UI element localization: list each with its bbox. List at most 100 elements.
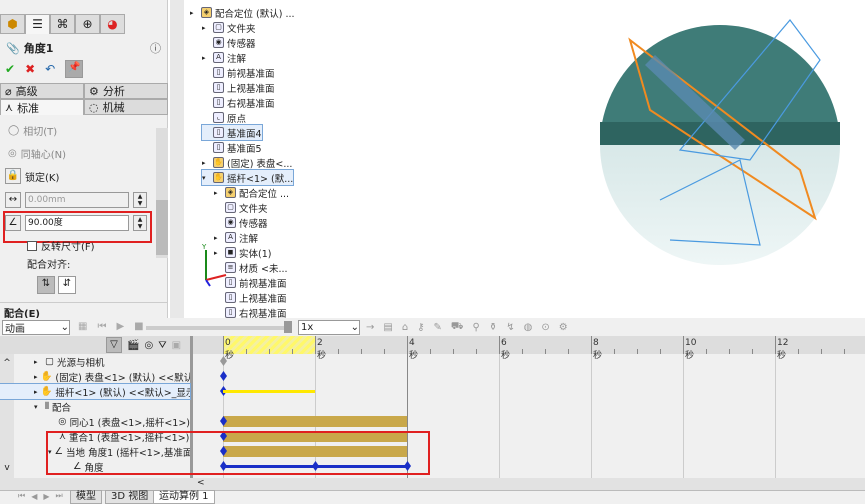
tree-item[interactable]: ▸ ◈ 配合定位 ... bbox=[214, 185, 289, 200]
tree-item[interactable]: ▢ 文件夹 bbox=[214, 200, 268, 215]
tree-item[interactable]: ▯ 上视基准面 bbox=[214, 290, 287, 305]
tree-item[interactable]: ▾ ✋ 摇杆<1> (默... bbox=[200, 169, 295, 186]
tree-item-label: 配合定位 (默认) ... bbox=[215, 8, 295, 20]
anti-aligned-button[interactable]: ⇵ bbox=[58, 276, 76, 294]
tree-item[interactable]: ▸ ◈ 配合定位 (默认) ... bbox=[190, 5, 295, 20]
expand-arrow-icon[interactable]: ▸ bbox=[34, 388, 38, 396]
configuration-manager-tab[interactable]: ⌘ bbox=[50, 14, 75, 34]
cancel-icon[interactable]: ✖ bbox=[25, 62, 35, 76]
angle-spinner[interactable]: ▲ ▼ bbox=[133, 215, 147, 231]
help-icon[interactable]: ⓘ bbox=[150, 40, 161, 56]
svg-text:Y: Y bbox=[201, 243, 207, 251]
timeline-tree-row[interactable]: ▸ ✋ (固定) 表盘<1> (默认) <<默认 bbox=[0, 369, 190, 384]
expand-arrow-icon[interactable]: ▸ bbox=[34, 373, 38, 381]
autokey-icon[interactable]: ⚷ bbox=[417, 322, 424, 333]
stop-icon[interactable]: ■ bbox=[134, 321, 143, 332]
mate-bar[interactable] bbox=[223, 416, 407, 427]
property-manager-tab[interactable]: ☰ bbox=[25, 14, 50, 34]
play-from-start-icon[interactable]: ⏮ bbox=[97, 321, 106, 332]
undo-icon[interactable]: ↶ bbox=[45, 62, 55, 76]
ok-icon[interactable]: ✔ bbox=[5, 62, 15, 76]
dimxpert-tab[interactable]: ⊕ bbox=[75, 14, 100, 34]
speed-select[interactable]: 1x ⌄ bbox=[298, 320, 360, 335]
play-icon[interactable]: ▶ bbox=[116, 321, 124, 332]
timeline-tree-row[interactable]: ▸ ✋ 摇杆<1> (默认) <<默认>_显示 bbox=[0, 383, 191, 400]
tree-item[interactable]: ⌞ 原点 bbox=[202, 110, 246, 125]
motor-icon[interactable]: ⛟ bbox=[451, 321, 464, 334]
tab-motion-study-1[interactable]: 运动算例 1 bbox=[153, 490, 215, 504]
tab-mechanical[interactable]: ◌ 机械 bbox=[84, 99, 168, 115]
study-type-select[interactable]: 动画 ⌄ bbox=[2, 320, 70, 335]
playback-slider[interactable] bbox=[146, 326, 286, 330]
filter-animated-icon[interactable]: 🎬 bbox=[127, 340, 139, 351]
distance-input[interactable]: 0.00mm bbox=[25, 192, 129, 208]
tangent-option[interactable]: ◯ 相切(T) bbox=[8, 123, 57, 138]
tab-model[interactable]: 模型 bbox=[70, 490, 102, 504]
filter-selected-icon[interactable]: ⛛ bbox=[158, 340, 166, 351]
expand-arrow-icon[interactable]: ▸ bbox=[214, 189, 222, 197]
contact-icon[interactable]: ◍ bbox=[524, 322, 533, 333]
concentric-option[interactable]: ◎ 同轴心(N) bbox=[8, 146, 66, 161]
tree-item[interactable]: ◉ 传感器 bbox=[202, 35, 256, 50]
tree-item[interactable]: ▯ 基准面5 bbox=[202, 140, 262, 155]
expand-arrow-icon[interactable]: ▸ bbox=[190, 9, 198, 17]
timeline-tree-row[interactable]: ▸ ▢ 光源与相机 bbox=[0, 354, 190, 369]
tree-item[interactable]: ▸ A 注解 bbox=[202, 50, 246, 65]
results-icon[interactable]: ⚙ bbox=[559, 322, 568, 333]
distance-spinner[interactable]: ▲ ▼ bbox=[133, 192, 147, 208]
tree-item[interactable]: ▯ 基准面4 bbox=[201, 124, 263, 141]
tree-item[interactable]: ▸ ▢ 文件夹 bbox=[202, 20, 256, 35]
pm-scrollbar[interactable] bbox=[156, 128, 168, 258]
display-manager-tab[interactable]: ◕ bbox=[100, 14, 125, 34]
axis-triad-icon: Y bbox=[201, 243, 227, 287]
row-label: 光源与相机 bbox=[56, 357, 105, 369]
slider-handle[interactable] bbox=[284, 321, 292, 333]
expand-arrow-icon[interactable]: ▸ bbox=[202, 54, 210, 62]
tree-item[interactable]: ◉ 传感器 bbox=[214, 215, 268, 230]
tab-standard[interactable]: ⋏ 标准 bbox=[0, 99, 84, 115]
checkbox-box[interactable] bbox=[27, 240, 37, 251]
tab-navigation[interactable]: ⏮ ◀ ▶ ⏭ bbox=[18, 491, 63, 501]
filter-results-icon[interactable]: ▣ bbox=[172, 340, 181, 351]
aligned-button[interactable]: ⇅ bbox=[37, 276, 55, 294]
tree-item-label: 原点 bbox=[227, 113, 247, 125]
expand-arrow-icon[interactable]: ▸ bbox=[202, 24, 210, 32]
tree-item-label: 基准面5 bbox=[227, 143, 262, 155]
expand-arrow-icon[interactable]: ▾ bbox=[202, 174, 210, 182]
tree-item[interactable]: ▯ 前视基准面 bbox=[202, 65, 275, 80]
tree-item[interactable]: ▯ 右视基准面 bbox=[202, 95, 275, 110]
animation-wizard-icon[interactable]: ⌂ bbox=[402, 322, 408, 333]
scroll-left-icon[interactable]: < bbox=[197, 478, 205, 488]
spring-icon[interactable]: ⚲ bbox=[473, 322, 480, 333]
tab-3d-view[interactable]: 3D 视图 bbox=[105, 490, 155, 504]
keyframe[interactable] bbox=[220, 371, 227, 381]
horizontal-scrollbar[interactable]: < bbox=[0, 478, 865, 490]
time-label: 4 秒 bbox=[409, 338, 419, 361]
graphics-area[interactable] bbox=[560, 0, 865, 318]
save-animation-icon[interactable]: ▤ bbox=[383, 322, 392, 333]
tab-analysis[interactable]: ⚙ 分析 bbox=[84, 83, 168, 99]
filter-driving-icon[interactable]: ◎ bbox=[144, 340, 153, 351]
calculate-icon[interactable]: ▦ bbox=[78, 321, 87, 332]
force-icon[interactable]: ↯ bbox=[506, 322, 514, 333]
timeline-tree-row[interactable]: ▾ ⫴ 配合 bbox=[0, 399, 190, 414]
tab-advanced[interactable]: ⌀ 高级 bbox=[0, 83, 84, 99]
flip-dimension-checkbox[interactable]: 反转尺寸(F) bbox=[27, 238, 95, 253]
splitter[interactable] bbox=[170, 0, 184, 318]
lock-option[interactable]: 🔒 锁定(K) bbox=[5, 168, 59, 184]
playback-mode-icon[interactable]: → bbox=[366, 322, 374, 333]
gravity-icon[interactable]: ⊙ bbox=[541, 322, 549, 333]
pin-icon[interactable]: 📌 bbox=[65, 60, 84, 78]
filter-icon[interactable]: ▽ bbox=[106, 337, 122, 353]
expand-arrow-icon[interactable]: ▾ bbox=[34, 403, 42, 411]
expand-arrow-icon[interactable]: ▸ bbox=[202, 159, 210, 167]
expand-arrow-icon[interactable]: ▸ bbox=[34, 358, 42, 366]
tree-item[interactable]: ▯ 上视基准面 bbox=[202, 80, 275, 95]
damper-icon[interactable]: ⚱ bbox=[489, 322, 497, 333]
timeline-tree-row[interactable]: ◎ 同心1 (表盘<1>,摇杆<1>) bbox=[0, 414, 190, 429]
add-key-icon[interactable]: ✎ bbox=[434, 322, 442, 333]
tree-item[interactable]: ▸ ✋ (固定) 表盘<... bbox=[202, 155, 292, 170]
expand-arrow-icon[interactable]: ▸ bbox=[214, 234, 222, 242]
angle-input[interactable]: 90.00度 bbox=[25, 215, 129, 231]
feature-manager-tab[interactable]: ⬢ bbox=[0, 14, 25, 34]
